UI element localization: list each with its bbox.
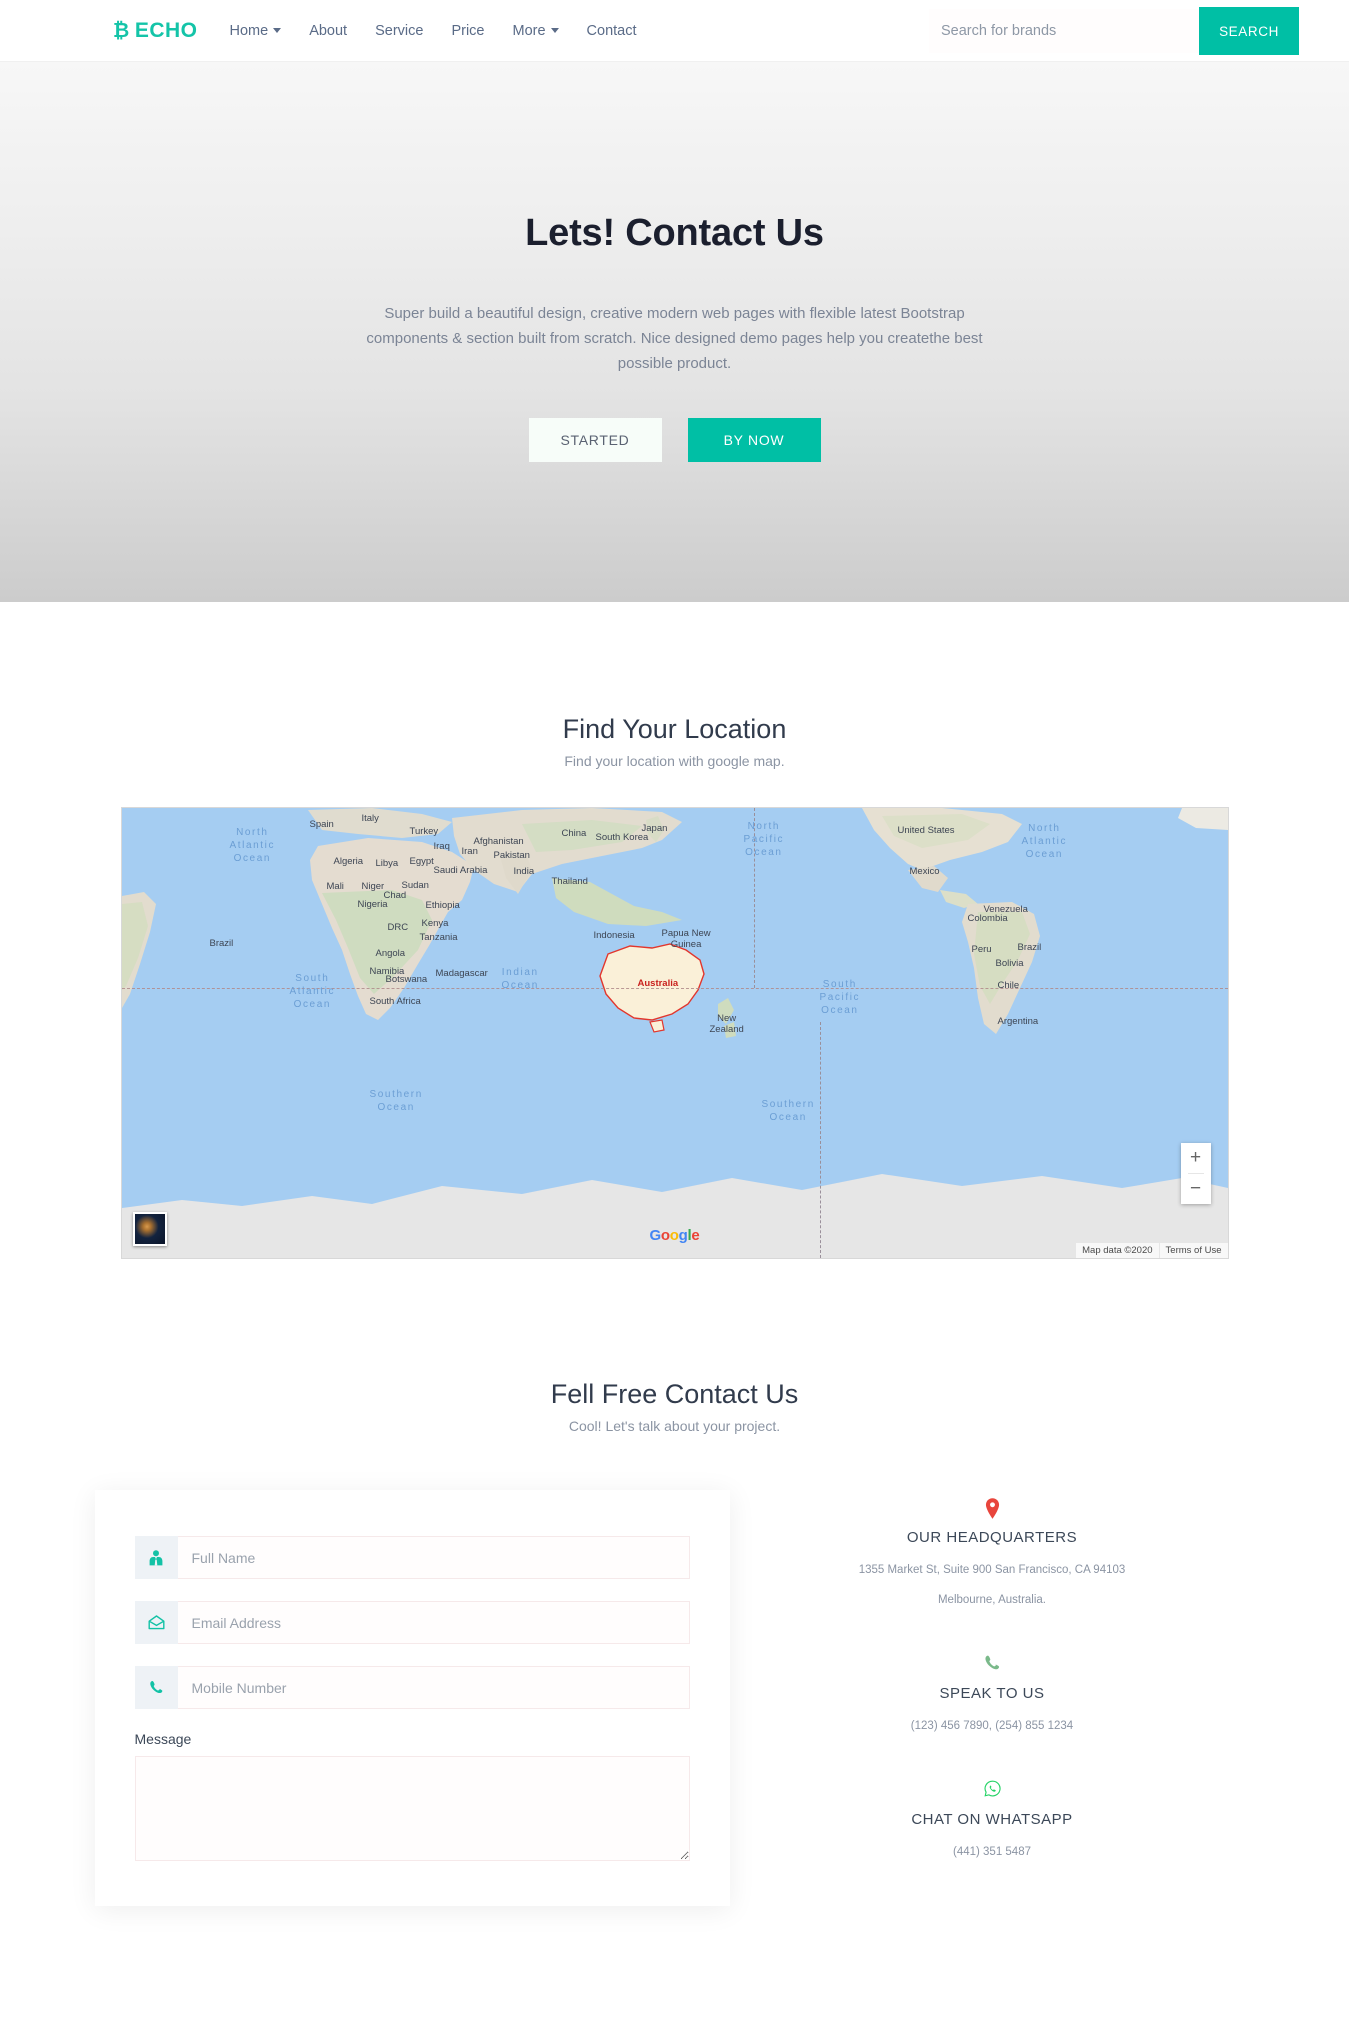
whatsapp-number: (441) 351 5487 [952,1846,1031,1858]
email-input[interactable] [177,1601,690,1644]
map-equator-line [121,988,1228,989]
bitcoin-icon: ₿ [113,19,130,42]
chevron-down-icon [273,28,282,33]
navbar: ₿ ECHO Home About Service Price More Con… [0,0,1349,62]
nav-item-home[interactable]: Home [230,23,282,39]
contact-section: Fell Free Contact Us Cool! Let's talk ab… [0,1259,1349,1906]
hero-paragraph: Super build a beautiful design, creative… [366,305,983,372]
full-name-input[interactable] [177,1536,690,1579]
map-section: Find Your Location Find your location wi… [0,602,1349,1259]
page-title: Lets! Contact Us [525,212,824,254]
nav-item-contact[interactable]: Contact [587,23,637,39]
whatsapp-title: CHAT ON WHATSAPP [911,1811,1073,1828]
headquarters-title: OUR HEADQUARTERS [906,1529,1078,1546]
map-dateline-line [819,1022,821,1258]
nav-item-contact-label: Contact [586,22,637,39]
map-data-credit: Map data ©2020 [1076,1243,1159,1258]
contact-form: Message [94,1490,730,1906]
map-zoom-controls[interactable]: + − [1180,1143,1211,1204]
headquarters-block: OUR HEADQUARTERS 1355 Market St, Suite 9… [730,1498,1255,1608]
envelope-icon [134,1601,178,1644]
contact-section-title: Fell Free Contact Us [550,1379,799,1409]
navbar-search-group: SEARCH [929,0,1349,62]
whatsapp-block: CHAT ON WHATSAPP (441) 351 5487 [730,1780,1255,1860]
headquarters-address-line-1: 1355 Market St, Suite 900 San Francisco,… [858,1564,1126,1576]
nav-item-home-label: Home [229,22,269,39]
nav-item-service-label: Service [375,22,424,39]
nav-item-service[interactable]: Service [375,23,423,39]
headquarters-address-line-2: Melbourne, Australia. [937,1594,1047,1606]
brand-name: ECHO [134,18,198,42]
full-name-row [134,1536,690,1579]
phone-icon [730,1654,1255,1676]
map-meridian-line [753,808,755,988]
brand-logo[interactable]: ₿ ECHO [113,19,198,43]
contact-section-header: Fell Free Contact Us Cool! Let's talk ab… [0,1379,1349,1434]
map-attribution: Map data ©2020 Terms of Use [1076,1243,1228,1258]
search-button[interactable]: SEARCH [1199,7,1299,55]
map-terms-link[interactable]: Terms of Use [1159,1243,1228,1258]
nav-item-about[interactable]: About [309,23,347,39]
nav-item-price-label: Price [451,22,485,39]
map-zoom-in-button[interactable]: + [1181,1143,1211,1173]
contact-info-column: OUR HEADQUARTERS 1355 Market St, Suite 9… [730,1490,1255,1906]
google-map[interactable]: North Atlantic Ocean South Atlantic Ocean Indi… [120,807,1229,1259]
google-logo[interactable]: Google [650,1227,700,1244]
phone-icon [134,1666,178,1709]
chevron-down-icon [550,28,559,33]
phone-numbers: (123) 456 7890, (254) 855 1234 [910,1720,1074,1732]
map-satellite-toggle[interactable] [132,1212,167,1246]
by-now-button[interactable]: BY NOW [687,418,821,462]
map-section-subtitle: Find your location with google map. [564,753,785,769]
map-graphic [121,808,1228,1258]
started-button[interactable]: STARTED [528,418,662,462]
contact-grid: Message OUR HEADQUARTERS 1355 Market St,… [94,1490,1255,1906]
contact-section-subtitle: Cool! Let's talk about your project. [568,1418,781,1434]
map-pin-icon [730,1498,1255,1520]
nav-item-about-label: About [309,22,348,39]
user-tie-icon [134,1536,178,1579]
search-input[interactable] [929,9,1199,53]
nav-links: Home About Service Price More Contact [230,23,637,39]
map-section-title: Find Your Location [562,714,787,744]
nav-item-more-label: More [512,22,546,39]
nav-item-more[interactable]: More [513,23,559,39]
map-section-header: Find Your Location Find your location wi… [0,714,1349,769]
email-row [134,1601,690,1644]
mobile-input[interactable] [177,1666,690,1709]
whatsapp-icon [730,1780,1255,1802]
hero-section: Lets! Contact Us Super build a beautiful… [0,62,1349,602]
nav-item-price[interactable]: Price [451,23,484,39]
speak-to-us-block: SPEAK TO US (123) 456 7890, (254) 855 12… [730,1654,1255,1734]
mobile-row [134,1666,690,1709]
hero-buttons: STARTED BY NOW [528,418,821,462]
speak-to-us-title: SPEAK TO US [939,1685,1045,1702]
message-label: Message [134,1731,192,1747]
map-zoom-out-button[interactable]: − [1181,1174,1211,1204]
message-textarea[interactable] [134,1756,690,1861]
